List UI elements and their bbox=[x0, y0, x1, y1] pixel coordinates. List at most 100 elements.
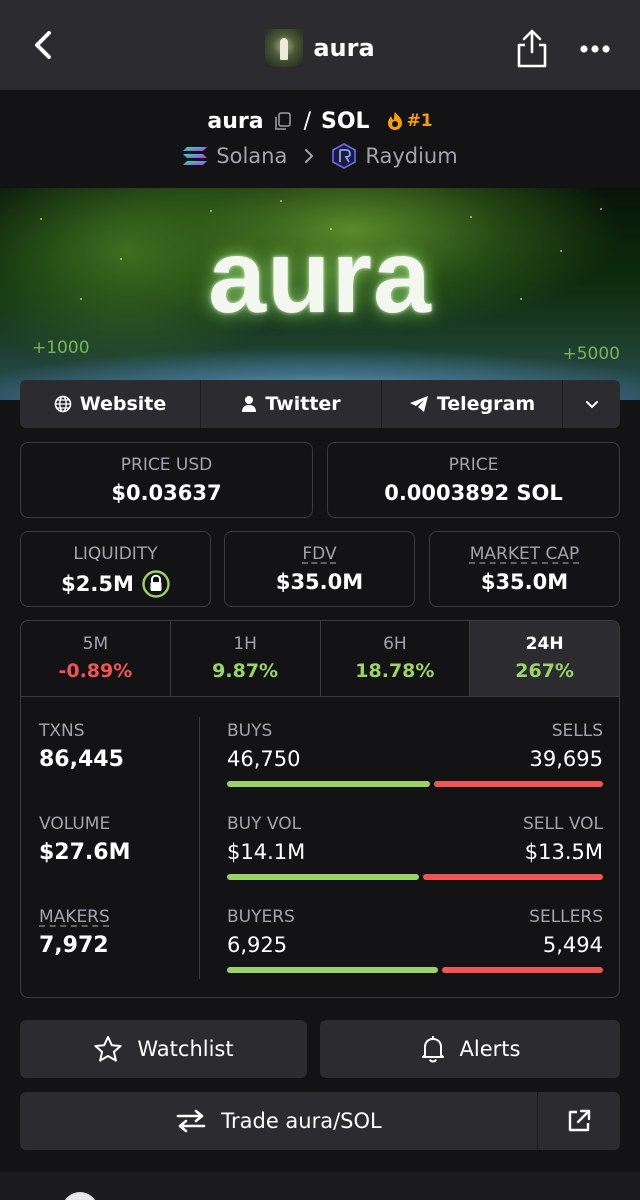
chevron-right-icon bbox=[305, 149, 314, 163]
dex-name[interactable]: Raydium bbox=[365, 144, 457, 168]
user-icon bbox=[242, 396, 257, 412]
tab-label: 6H bbox=[383, 634, 407, 654]
buy-vol-bar bbox=[227, 874, 419, 880]
bell-icon bbox=[421, 1036, 444, 1063]
paper-plane-icon bbox=[409, 396, 428, 412]
chain-breadcrumb: Solana Raydium bbox=[0, 140, 640, 172]
base-token: aura bbox=[207, 108, 264, 134]
makers-label[interactable]: MAKERS bbox=[39, 907, 110, 927]
txns-stat: TXNS 86,445 bbox=[39, 721, 124, 772]
website-link[interactable]: Website bbox=[20, 380, 201, 428]
stats-divider bbox=[199, 717, 200, 979]
buy-vol-label: BUY VOL bbox=[227, 814, 302, 834]
price-usd-value: $0.03637 bbox=[111, 481, 222, 505]
tab-label: 24H bbox=[525, 634, 564, 654]
fdv-card: FDV $35.0M bbox=[224, 531, 415, 607]
pair-separator: / bbox=[303, 108, 311, 134]
share-icon[interactable] bbox=[513, 28, 551, 68]
sellers-label: SELLERS bbox=[529, 907, 603, 927]
telegram-link[interactable]: Telegram bbox=[382, 380, 563, 428]
network-name[interactable]: Solana bbox=[216, 144, 287, 168]
volume-split-bar bbox=[227, 874, 603, 880]
external-link-icon bbox=[568, 1109, 591, 1132]
sellers-bar bbox=[441, 967, 603, 973]
volume-label: VOLUME bbox=[39, 814, 111, 834]
tab-change: 9.87% bbox=[212, 660, 279, 682]
swap-arrows-icon bbox=[176, 1109, 206, 1133]
lock-icon[interactable] bbox=[142, 570, 170, 598]
price-usd-label: PRICE USD bbox=[120, 455, 213, 475]
bottom-nav-strip bbox=[0, 1172, 640, 1200]
raydium-icon bbox=[332, 143, 357, 169]
telegram-label: Telegram bbox=[436, 393, 536, 415]
app-title: aura bbox=[313, 34, 375, 62]
social-links: Website Twitter Telegram bbox=[20, 380, 620, 428]
volume-value: $27.6M bbox=[39, 840, 131, 865]
flame-icon bbox=[387, 112, 402, 130]
token-banner: aura +1000 +5000 bbox=[0, 188, 640, 400]
fdv-label[interactable]: FDV bbox=[225, 544, 414, 564]
buys-sells-stat: BUYS SELLS 46,750 39,695 bbox=[227, 721, 603, 787]
txns-label: TXNS bbox=[39, 721, 85, 741]
price-native-label: PRICE bbox=[448, 455, 499, 475]
price-native-card: PRICE 0.0003892 SOL bbox=[327, 442, 620, 518]
market-cap-label[interactable]: MARKET CAP bbox=[430, 544, 619, 564]
banner-tag-left: +1000 bbox=[32, 338, 90, 358]
tab-24h[interactable]: 24H 267% bbox=[470, 621, 619, 696]
token-logo bbox=[265, 29, 304, 67]
sellers-value: 5,494 bbox=[542, 933, 603, 957]
tab-change: -0.89% bbox=[58, 660, 133, 682]
buyers-bar bbox=[227, 967, 438, 973]
sells-label: SELLS bbox=[551, 721, 603, 741]
chevron-down-icon bbox=[585, 401, 598, 409]
globe-icon bbox=[54, 395, 72, 413]
tab-label: 5M bbox=[82, 634, 109, 654]
rank-label: #1 bbox=[406, 111, 433, 131]
buys-value: 46,750 bbox=[227, 747, 301, 771]
buyers-label: BUYERS bbox=[227, 907, 295, 927]
trade-bar: Trade aura/SOL bbox=[20, 1092, 620, 1150]
buy-bar bbox=[227, 781, 431, 787]
trade-button[interactable]: Trade aura/SOL bbox=[20, 1092, 538, 1150]
buyers-sellers-stat: BUYERS SELLERS 6,925 5,494 bbox=[227, 907, 603, 973]
tab-1h[interactable]: 1H 9.87% bbox=[171, 621, 321, 696]
sell-vol-label: SELL VOL bbox=[522, 814, 603, 834]
buys-label: BUYS bbox=[227, 721, 273, 741]
price-usd-card: PRICE USD $0.03637 bbox=[20, 442, 313, 518]
more-links-button[interactable] bbox=[563, 380, 620, 428]
watchlist-label: Watchlist bbox=[137, 1037, 234, 1061]
liquidity-label: LIQUIDITY bbox=[73, 544, 158, 564]
top-bar: aura bbox=[0, 0, 640, 90]
txns-value: 86,445 bbox=[39, 747, 124, 772]
watchlist-button[interactable]: Watchlist bbox=[20, 1020, 307, 1078]
trending-rank: #1 bbox=[386, 111, 433, 131]
trade-label: Trade aura/SOL bbox=[221, 1109, 382, 1133]
tab-5m[interactable]: 5M -0.89% bbox=[21, 621, 171, 696]
makers-stat: MAKERS 7,972 bbox=[39, 907, 110, 958]
alerts-button[interactable]: Alerts bbox=[320, 1020, 620, 1078]
open-external-button[interactable] bbox=[538, 1092, 620, 1150]
makers-value: 7,972 bbox=[39, 933, 109, 958]
sell-vol-value: $13.5M bbox=[524, 840, 603, 864]
liquidity-card: LIQUIDITY $2.5M bbox=[20, 531, 211, 607]
sell-bar bbox=[434, 781, 603, 787]
pair-title: aura / SOL #1 bbox=[0, 104, 640, 138]
twitter-link[interactable]: Twitter bbox=[201, 380, 382, 428]
buyers-sellers-bar bbox=[227, 967, 603, 973]
copy-icon[interactable] bbox=[272, 110, 294, 132]
sells-value: 39,695 bbox=[529, 747, 603, 771]
alerts-label: Alerts bbox=[459, 1037, 521, 1061]
twitter-label: Twitter bbox=[265, 393, 341, 415]
liquidity-value: $2.5M bbox=[61, 572, 134, 596]
solana-icon bbox=[183, 147, 208, 165]
website-label: Website bbox=[79, 393, 167, 415]
more-dots-icon[interactable] bbox=[578, 36, 612, 62]
home-indicator bbox=[62, 1192, 98, 1200]
tab-change: 267% bbox=[515, 660, 574, 682]
timeframe-tabs: 5M -0.89% 1H 9.87% 6H 18.78% 24H 267% bbox=[21, 621, 619, 697]
market-cap-card: MARKET CAP $35.0M bbox=[429, 531, 620, 607]
tab-6h[interactable]: 6H 18.78% bbox=[321, 621, 471, 696]
tab-change: 18.78% bbox=[355, 660, 435, 682]
buyers-value: 6,925 bbox=[227, 933, 288, 957]
volume-stat: VOLUME $27.6M bbox=[39, 814, 130, 865]
